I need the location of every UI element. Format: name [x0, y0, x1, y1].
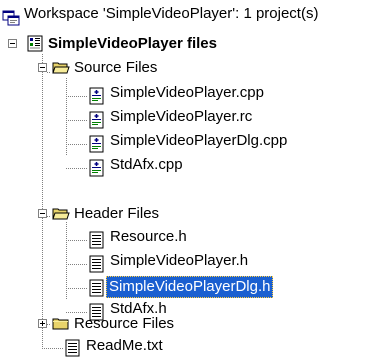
file-label: SimpleVideoPlayer.rc: [110, 108, 253, 125]
header-file-icon: [88, 255, 106, 273]
cpp-file-icon: [88, 87, 106, 105]
folder-label: Resource Files: [74, 315, 175, 332]
tree-file-item[interactable]: Resource.h: [0, 228, 377, 252]
tree-file-item[interactable]: SimpleVideoPlayer.cpp: [0, 84, 377, 108]
header-file-icon: [88, 231, 106, 249]
tree-file-item[interactable]: SimpleVideoPlayer.h: [0, 252, 377, 276]
collapse-toggle-icon[interactable]: [38, 63, 47, 72]
project-label: SimpleVideoPlayer files: [48, 35, 217, 52]
folder-label: Source Files: [74, 59, 158, 76]
header-file-icon: [88, 279, 106, 297]
folder-label: Header Files: [74, 205, 160, 222]
tree-folder-source-files[interactable]: Source Files: [0, 56, 377, 80]
workspace-icon: [2, 9, 20, 27]
file-label: SimpleVideoPlayer.h: [110, 252, 249, 269]
project-icon: [26, 35, 44, 53]
collapse-toggle-icon[interactable]: [38, 209, 47, 218]
tree-file-item[interactable]: ReadMe.txt: [0, 336, 377, 360]
tree-file-item[interactable]: SimpleVideoPlayer.rc: [0, 108, 377, 132]
tree-file-item-selected[interactable]: SimpleVideoPlayerDlg.h: [0, 276, 377, 300]
tree-folder-header-files[interactable]: Header Files: [0, 202, 377, 226]
tree-file-item[interactable]: SimpleVideoPlayerDlg.cpp: [0, 132, 377, 156]
cpp-file-icon: [88, 159, 106, 177]
folder-closed-icon: [52, 315, 70, 333]
tree-folder-resource-files[interactable]: Resource Files: [0, 312, 377, 336]
file-label: SimpleVideoPlayerDlg.cpp: [110, 132, 288, 149]
workspace-tree: Workspace 'SimpleVideoPlayer': 1 project…: [0, 0, 377, 360]
file-label: StdAfx.cpp: [110, 156, 183, 173]
text-file-icon: [64, 339, 82, 357]
file-label-selected: SimpleVideoPlayerDlg.h: [106, 276, 274, 298]
collapse-toggle-icon[interactable]: [8, 39, 17, 48]
workspace-label: Workspace 'SimpleVideoPlayer': 1 project…: [24, 5, 319, 22]
tree-file-item[interactable]: StdAfx.cpp: [0, 156, 377, 180]
expand-toggle-icon[interactable]: [38, 319, 47, 328]
tree-item-workspace[interactable]: Workspace 'SimpleVideoPlayer': 1 project…: [0, 5, 377, 30]
file-label: ReadMe.txt: [86, 337, 163, 354]
cpp-file-icon: [88, 135, 106, 153]
file-label: SimpleVideoPlayer.cpp: [110, 84, 264, 101]
folder-open-icon: [52, 205, 70, 223]
rc-file-icon: [88, 111, 106, 129]
tree-item-project[interactable]: SimpleVideoPlayer files: [0, 32, 377, 56]
file-label: Resource.h: [110, 228, 187, 245]
folder-open-icon: [52, 59, 70, 77]
